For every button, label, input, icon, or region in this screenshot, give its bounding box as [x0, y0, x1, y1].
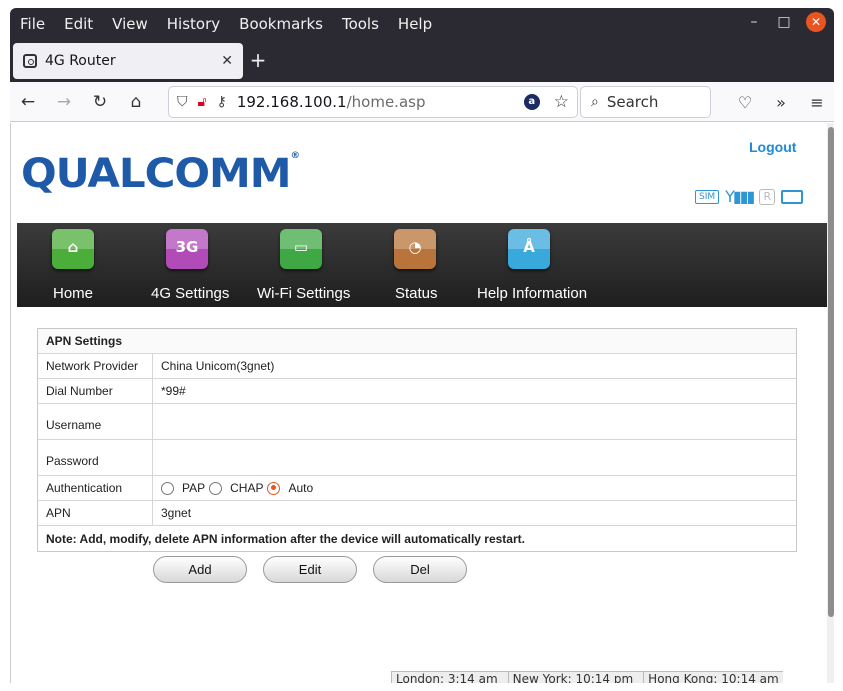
- signal-strength-icon: Y▮▮▮: [725, 187, 755, 206]
- radio-pap-label: PAP: [182, 481, 206, 495]
- tab-favicon-icon: [23, 54, 37, 68]
- shield-icon[interactable]: ⛉: [177, 94, 188, 110]
- nav-label-status: Status: [395, 285, 438, 302]
- table-row: APN 3gnet: [38, 501, 796, 526]
- navigation-bar: ← → ↻ ⌂ ⛉ 🔓︎ ⚷ 192.168.100.1 /home.asp a…: [10, 82, 834, 122]
- menu-tools[interactable]: Tools: [342, 15, 379, 33]
- tab-close-icon[interactable]: ✕: [221, 53, 233, 69]
- clock-hong-kong: Hong Kong: 10:14 am: [643, 672, 783, 683]
- forward-icon[interactable]: →: [46, 92, 82, 112]
- menu-file[interactable]: File: [20, 15, 45, 33]
- close-window-icon[interactable]: ✕: [806, 12, 826, 32]
- logout-link[interactable]: Logout: [749, 139, 796, 155]
- table-row: Dial Number *99#: [38, 379, 796, 404]
- row-label: Dial Number: [38, 379, 153, 403]
- menu-bookmarks[interactable]: Bookmarks: [239, 15, 323, 33]
- radio-pap[interactable]: [161, 481, 174, 495]
- url-bar[interactable]: ⛉ 🔓︎ ⚷ 192.168.100.1 /home.asp a ☆: [168, 86, 578, 118]
- username-field[interactable]: [153, 404, 796, 439]
- apn-note: Note: Add, modify, delete APN informatio…: [46, 531, 525, 546]
- row-label: Password: [38, 440, 153, 475]
- search-input[interactable]: ⌕ Search: [580, 86, 711, 118]
- table-row: Network Provider China Unicom(3gnet): [38, 354, 796, 379]
- radio-chap-label: CHAP: [230, 481, 264, 495]
- nav-label-4g-settings: 4G Settings: [151, 285, 230, 302]
- menu-view[interactable]: View: [112, 15, 148, 33]
- tab-title: 4G Router: [45, 53, 116, 69]
- row-label: Authentication: [38, 476, 153, 500]
- edit-button[interactable]: Edit: [263, 556, 357, 583]
- add-button[interactable]: Add: [153, 556, 247, 583]
- amazon-extension-icon[interactable]: a: [523, 94, 540, 110]
- menu-history[interactable]: History: [167, 15, 220, 33]
- main-nav: ⌂ Home 3G 4G Settings ▭ Wi-Fi Settings ◔…: [17, 223, 827, 307]
- row-label: Network Provider: [38, 354, 153, 378]
- tab-strip: 4G Router ✕ +: [10, 40, 834, 82]
- maximize-icon[interactable]: □: [776, 14, 792, 30]
- table-row: Authentication PAP CHAP Auto: [38, 476, 796, 501]
- password-field[interactable]: [153, 440, 796, 475]
- url-host: 192.168.100.1: [236, 93, 347, 111]
- bookmark-star-icon[interactable]: ☆: [554, 92, 569, 112]
- network-provider-value: China Unicom(3gnet): [161, 359, 275, 373]
- search-placeholder: Search: [606, 93, 659, 111]
- sim-icon: SIM: [695, 189, 720, 204]
- clock-new-york: New York: 10:14 pm: [507, 672, 638, 683]
- overflow-chevron-icon[interactable]: »: [770, 93, 792, 112]
- window-controls: – □ ✕: [746, 12, 826, 32]
- roaming-icon: R: [759, 188, 776, 205]
- device-status-icons: SIM Y▮▮▮ R: [695, 187, 804, 206]
- qualcomm-logo: QUALCOMM®: [21, 151, 300, 197]
- minimize-icon[interactable]: –: [746, 14, 762, 30]
- pocket-icon[interactable]: ♡: [734, 93, 756, 112]
- authentication-options: PAP CHAP Auto: [153, 476, 796, 500]
- apn-settings-table: APN Settings Network Provider China Unic…: [37, 328, 797, 552]
- home-nav-icon: ⌂: [52, 229, 94, 269]
- menu-help[interactable]: Help: [398, 15, 432, 33]
- radio-chap[interactable]: [209, 481, 223, 495]
- del-button[interactable]: Del: [373, 556, 467, 583]
- insecure-lock-icon[interactable]: 🔓︎: [198, 94, 207, 110]
- home-icon[interactable]: ⌂: [118, 92, 154, 112]
- world-clock-bar: London: 3:14 am New York: 10:14 pm Hong …: [391, 671, 783, 683]
- status-nav-icon: ◔: [394, 229, 436, 269]
- key-icon[interactable]: ⚷: [217, 94, 227, 110]
- hamburger-menu-icon[interactable]: ≡: [806, 93, 828, 112]
- dial-number-value: *99#: [161, 384, 186, 398]
- menu-bar: File Edit View History Bookmarks Tools H…: [10, 8, 834, 40]
- nav-label-home: Home: [53, 285, 94, 302]
- radio-auto-label: Auto: [288, 481, 314, 495]
- page-viewport: QUALCOMM® Logout SIM Y▮▮▮ R ⌂ Home 3G 4G…: [10, 123, 834, 683]
- nav-label-wifi-settings: Wi-Fi Settings: [257, 285, 351, 302]
- menu-edit[interactable]: Edit: [64, 15, 93, 33]
- scrollbar-thumb[interactable]: [828, 127, 834, 617]
- antenna-nav-icon: Å: [508, 229, 550, 269]
- clock-london: London: 3:14 am: [391, 672, 502, 683]
- apn-actions: Add Edit Del: [153, 556, 467, 583]
- nav-label-help-information: Help Information: [477, 285, 588, 302]
- apn-settings-title: APN Settings: [38, 329, 796, 354]
- new-tab-icon[interactable]: +: [246, 48, 270, 72]
- table-row: Password: [38, 440, 796, 476]
- reload-icon[interactable]: ↻: [82, 92, 118, 112]
- wifi-nav-icon: ▭: [280, 229, 322, 269]
- row-label: APN: [38, 501, 153, 525]
- search-icon: ⌕: [591, 94, 599, 110]
- browser-tab[interactable]: 4G Router ✕: [13, 43, 243, 79]
- vertical-scrollbar[interactable]: [827, 123, 834, 683]
- row-label: Username: [38, 404, 153, 439]
- 3g-nav-icon: 3G: [166, 229, 208, 269]
- table-row: Username: [38, 404, 796, 440]
- url-path: /home.asp: [346, 93, 426, 111]
- radio-auto[interactable]: [267, 481, 281, 495]
- connection-monitor-icon: [781, 189, 804, 204]
- apn-value: 3gnet: [161, 506, 192, 520]
- back-icon[interactable]: ←: [10, 92, 46, 112]
